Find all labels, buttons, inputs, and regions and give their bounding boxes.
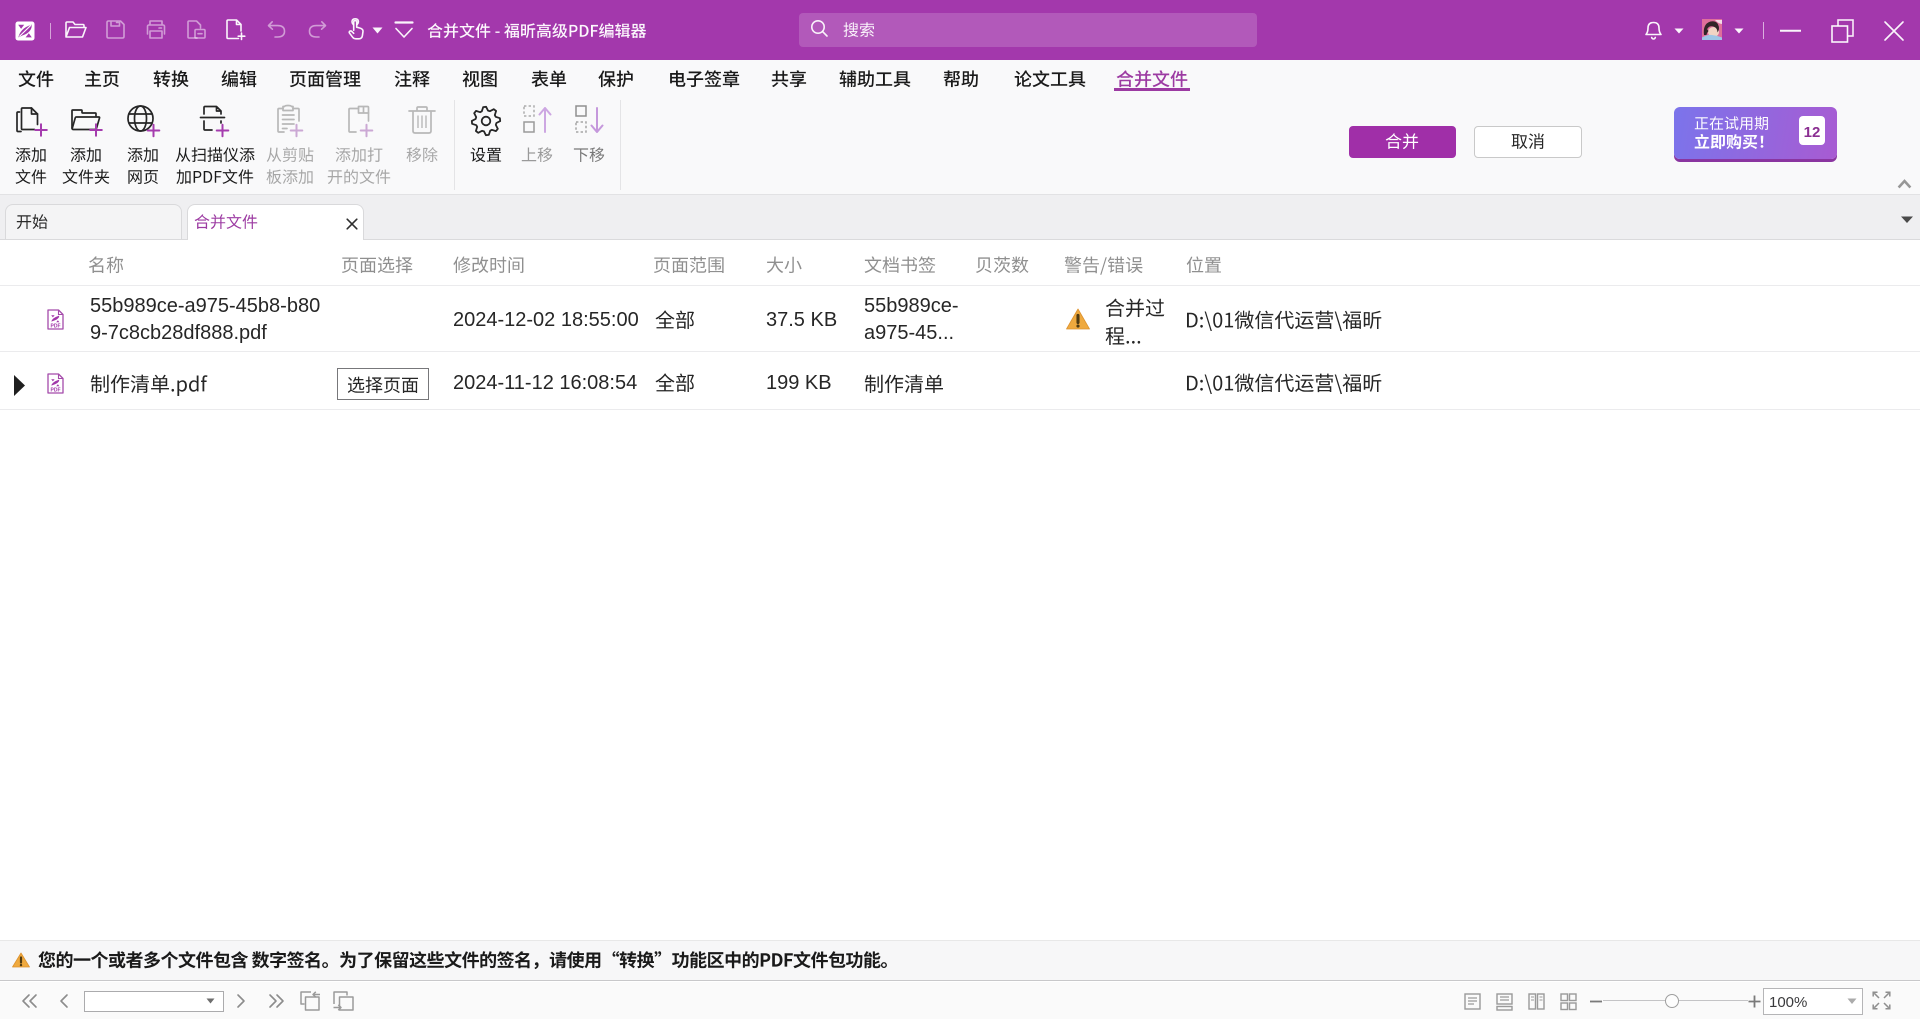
svg-text:PDF: PDF bbox=[51, 324, 61, 330]
svg-text:PDF: PDF bbox=[51, 388, 61, 394]
